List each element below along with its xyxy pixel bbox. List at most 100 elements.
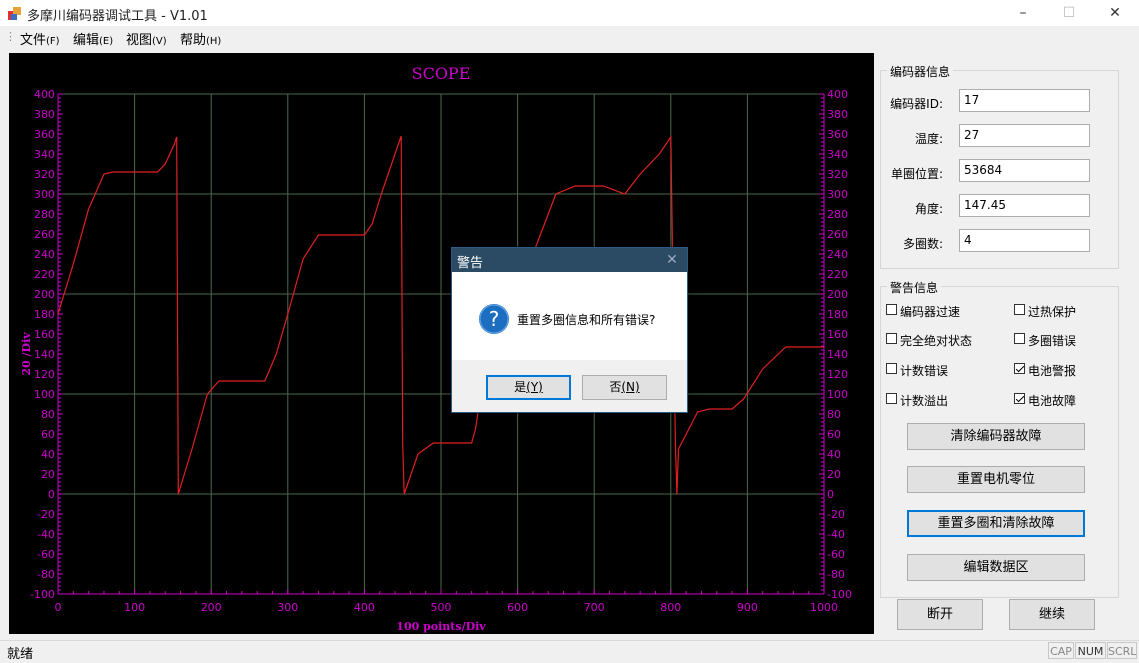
y-tick-label-right: 80: [827, 408, 841, 421]
x-tick-label: 700: [584, 601, 605, 614]
menu-edit[interactable]: 编辑(E): [73, 29, 113, 48]
full-absolute-checkbox[interactable]: [886, 333, 897, 344]
y-tick-label: 100: [34, 388, 55, 401]
cap-indicator: CAP: [1048, 642, 1074, 659]
y-tick-label-right: 320: [827, 168, 848, 181]
x-tick-label: 0: [55, 601, 62, 614]
app-icon: [8, 7, 21, 20]
y-tick-label-right: -60: [827, 548, 845, 561]
overspeed-label: 编码器过速: [900, 305, 961, 319]
y-tick-label: 280: [34, 208, 55, 221]
y-tick-label: 320: [34, 168, 55, 181]
warning-dialog: 警告 ✕ ? 重置多圈信息和所有错误? 是(Y) 否(N): [451, 247, 688, 413]
y-tick-label-right: 140: [827, 348, 848, 361]
y-tick-label: 340: [34, 148, 55, 161]
battery-alarm-label: 电池警报: [1028, 364, 1077, 378]
y-tick-label-right: 180: [827, 308, 848, 321]
y-tick-label-right: 300: [827, 188, 848, 201]
x-tick-label: 100: [124, 601, 145, 614]
y-tick-label-right: 160: [827, 328, 848, 341]
close-button[interactable]: ✕: [1092, 0, 1138, 26]
y-tick-label-right: 220: [827, 268, 848, 281]
y-tick-label-right: 0: [827, 488, 834, 501]
y-tick-label-right: 200: [827, 288, 848, 301]
y-tick-label-right: -100: [827, 588, 852, 601]
temperature-label: 温度:: [914, 132, 943, 146]
multi-turn-label: 多圈数:: [902, 237, 943, 251]
question-icon: ?: [479, 304, 509, 334]
angle-field[interactable]: 147.45: [959, 194, 1090, 217]
y-tick-label: 260: [34, 228, 55, 241]
y-tick-label: 200: [34, 288, 55, 301]
disconnect-button[interactable]: 断开: [897, 599, 983, 630]
y-tick-label: 160: [34, 328, 55, 341]
encoder-id-field[interactable]: 17: [959, 89, 1090, 112]
y-tick-label: 400: [34, 88, 55, 101]
overspeed-checkbox[interactable]: [886, 304, 897, 315]
clear-encoder-fault-button[interactable]: 清除编码器故障: [907, 423, 1085, 450]
scrl-indicator: SCRL: [1107, 642, 1137, 659]
menu-file[interactable]: 文件(F): [20, 29, 60, 48]
status-text: 就绪: [7, 647, 34, 662]
y-tick-label: -80: [37, 568, 55, 581]
menu-help[interactable]: 帮助(H): [180, 29, 221, 48]
y-tick-label: 20: [41, 468, 55, 481]
y-tick-label: 40: [41, 448, 55, 461]
battery-fault-checkbox[interactable]: [1014, 393, 1025, 404]
x-tick-label: 800: [660, 601, 681, 614]
y-tick-label: 380: [34, 108, 55, 121]
encoder-id-label: 编码器ID:: [890, 97, 943, 111]
y-tick-label: 360: [34, 128, 55, 141]
minimize-button[interactable]: –: [1000, 0, 1046, 26]
continue-button[interactable]: 继续: [1009, 599, 1095, 630]
x-tick-label: 300: [277, 601, 298, 614]
x-tick-label: 600: [507, 601, 528, 614]
reset-multiturn-clear-fault-button[interactable]: 重置多圈和清除故障: [907, 510, 1085, 537]
temperature-field[interactable]: 27: [959, 124, 1090, 147]
count-overflow-checkbox[interactable]: [886, 393, 897, 404]
x-axis-label: 100 points/Div: [396, 620, 486, 633]
dialog-title-bar: [452, 248, 687, 272]
dialog-yes-button[interactable]: 是(Y): [486, 375, 571, 400]
overheat-checkbox[interactable]: [1014, 304, 1025, 315]
maximize-button[interactable]: ☐: [1046, 0, 1092, 26]
x-tick-label: 1000: [810, 601, 838, 614]
y-tick-label-right: 240: [827, 248, 848, 261]
overheat-label: 过热保护: [1028, 305, 1077, 319]
single-turn-field[interactable]: 53684: [959, 159, 1090, 182]
y-tick-label-right: 360: [827, 128, 848, 141]
y-tick-label-right: 380: [827, 108, 848, 121]
scope-panel: 400 400 380 380 360 360 340 340 320 320 300 300 280 2…: [9, 53, 874, 634]
dialog-no-button[interactable]: 否(N): [582, 375, 667, 400]
y-tick-label-right: 340: [827, 148, 848, 161]
multi-turn-field[interactable]: 4: [959, 229, 1090, 252]
alarm-info-title: 警告信息: [887, 279, 942, 296]
dialog-message: 重置多圈信息和所有错误?: [517, 313, 656, 327]
count-overflow-label: 计数溢出: [900, 394, 949, 408]
y-tick-label: -60: [37, 548, 55, 561]
edit-data-area-button[interactable]: 编辑数据区: [907, 554, 1085, 581]
battery-fault-label: 电池故障: [1028, 394, 1077, 408]
scope-chart: 400 400380 380360 360340 340320 320300 300280 2…: [20, 64, 852, 633]
y-tick-label: 180: [34, 308, 55, 321]
y-tick-label: 0: [48, 488, 55, 501]
dialog-close-icon[interactable]: ✕: [662, 250, 682, 270]
y-tick-label-right: 260: [827, 228, 848, 241]
y-tick-label: -40: [37, 528, 55, 541]
chart-title: SCOPE: [412, 64, 471, 83]
count-error-checkbox[interactable]: [886, 363, 897, 374]
num-indicator: NUM: [1075, 642, 1106, 659]
x-tick-label: 400: [354, 601, 375, 614]
menu-view[interactable]: 视图(V): [126, 29, 167, 48]
battery-alarm-checkbox[interactable]: [1014, 363, 1025, 374]
single-turn-label: 单圈位置:: [890, 167, 943, 181]
reset-motor-zero-button[interactable]: 重置电机零位: [907, 466, 1085, 493]
multi-turn-error-checkbox[interactable]: [1014, 333, 1025, 344]
count-error-label: 计数错误: [900, 364, 949, 378]
menu-grip-icon: ⋮: [5, 30, 16, 43]
y-tick-label-right: 120: [827, 368, 848, 381]
y-tick-label: 220: [34, 268, 55, 281]
x-tick-label: 200: [201, 601, 222, 614]
y-tick-label: 60: [41, 428, 55, 441]
y-tick-label-right: -40: [827, 528, 845, 541]
